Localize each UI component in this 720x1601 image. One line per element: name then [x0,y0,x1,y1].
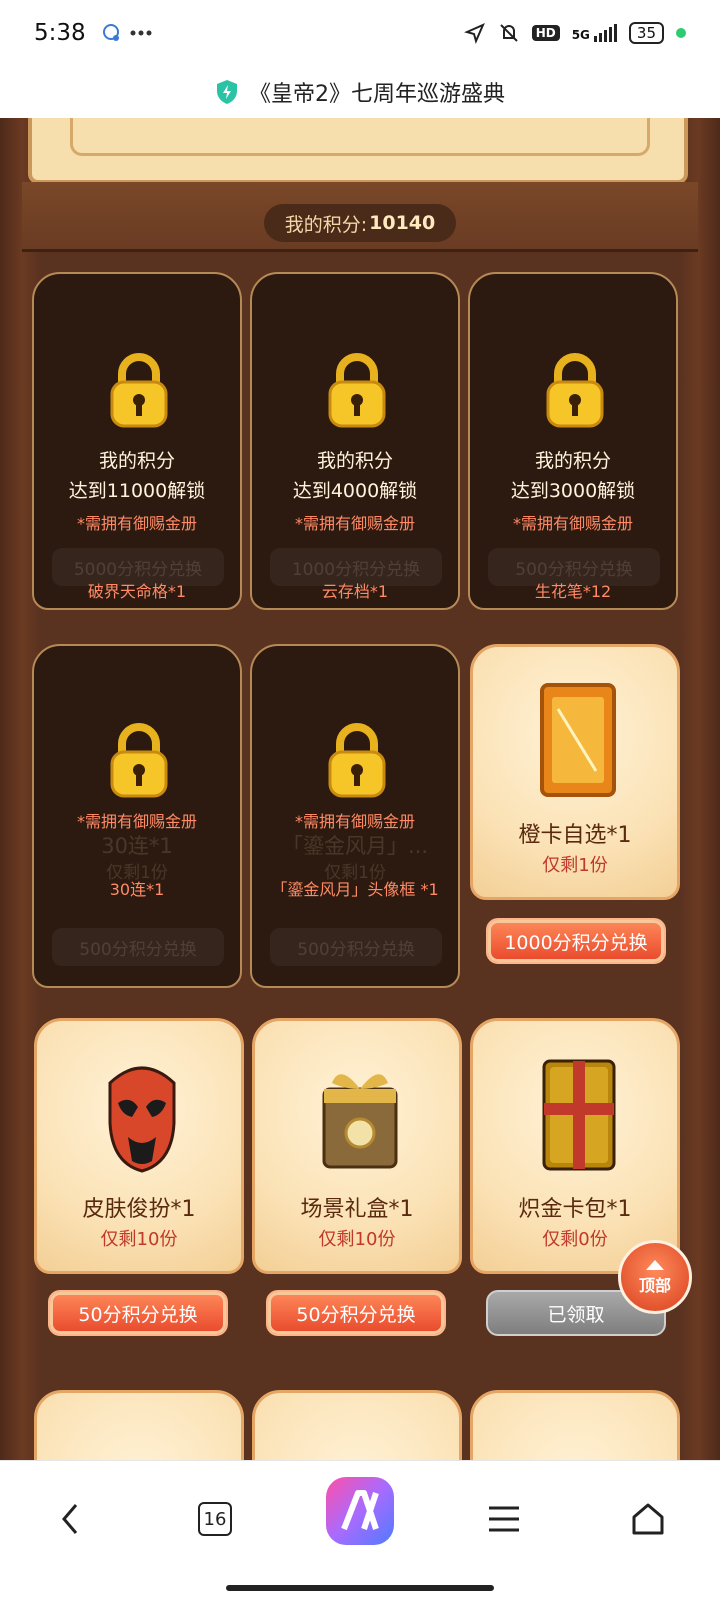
item-name: 破界天命格*1 [87,582,187,601]
item-name: 场景礼盒*1 [300,1197,414,1222]
requirement-text: *需拥有御赐金册 [294,812,415,831]
item-name: 炽金卡包*1 [518,1197,632,1222]
redeem-button[interactable]: 50分积分兑换 [48,1290,228,1336]
web-content[interactable]: 我的积分: 10140 我的积分 达到11000解锁 *需拥有御赐金册 5000分积… [0,118,720,1460]
orange-card-icon [540,683,616,797]
ghost-price: 500分积分兑换 [270,928,442,966]
reward-card[interactable]: 炽金卡包*1 仅剩0份 [470,1018,680,1274]
chat-bubble-icon [102,24,119,41]
reward-card-locked[interactable]: 我的积分 达到3000解锁 *需拥有御赐金册 500分积分兑换 生花笔*12 [468,272,678,610]
reward-card[interactable] [470,1390,680,1460]
item-name: 云存档*1 [321,582,389,601]
requirement-text: *需拥有御赐金册 [76,514,197,533]
reward-card-locked[interactable]: 我的积分 达到4000解锁 *需拥有御赐金册 1000分积分兑换 云存档*1 [250,272,460,610]
back-to-top-button[interactable]: 顶部 [618,1240,692,1314]
battery-indicator: 35 [628,22,664,44]
more-dots-icon [130,30,152,36]
reward-card[interactable] [252,1390,462,1460]
bottom-navigation: 16 [0,1460,720,1601]
requirement-text: *需拥有御赐金册 [512,514,633,533]
assistant-app-icon [326,1477,394,1545]
reward-card-locked[interactable]: 我的积分 达到11000解锁 *需拥有御赐金册 5000分积分兑换 破界天命格*1 [32,272,242,610]
shield-icon [217,80,237,104]
mute-icon [499,24,518,42]
back-to-top-label: 顶部 [638,1276,671,1295]
reward-card-locked[interactable]: *需拥有御赐金册 30连*1 仅剩1份 30连*1 500分积分兑换 [32,644,242,988]
score-value: 10140 [369,212,436,234]
item-stock: 仅剩10份 [318,1229,396,1250]
menu-icon [489,1506,519,1532]
signal-5g-icon: 5G [572,24,617,42]
redeem-button[interactable]: 1000分积分兑换 [486,918,666,964]
reward-card[interactable] [34,1390,244,1460]
hd-icon: HD [531,25,560,41]
home-button[interactable] [618,1489,678,1549]
padlock-icon [110,723,168,798]
tabs-icon: 16 [198,1502,232,1536]
gift-box-icon [322,1074,398,1169]
assistant-app-button[interactable] [320,1471,400,1551]
reward-card[interactable]: 皮肤俊扮*1 仅剩10份 [34,1018,244,1274]
padlock-icon [328,353,386,428]
reward-card-locked[interactable]: *需拥有御赐金册 「鎏金风月」... 仅剩1份 「鎏金风月」头像框 *1 500… [250,644,460,988]
ghost-price: 500分积分兑换 [52,928,224,966]
item-name: 生花笔*12 [534,582,612,601]
arrow-up-icon [646,1260,664,1270]
status-bar: 5:38 HD 5G 35 [0,0,720,66]
page-title-bar: 《皇帝2》七周年巡游盛典 [0,66,720,118]
padlock-icon [328,723,386,798]
redeem-button[interactable]: 50分积分兑换 [266,1290,446,1336]
item-name: 「鎏金风月」头像框 *1 [271,880,439,899]
padlock-icon [110,353,168,428]
ghost-item-name: 30连*1 [101,834,173,858]
score-display: 我的积分: 10140 [264,204,456,242]
ghost-item-name: 「鎏金风月」... [281,834,429,858]
reward-card[interactable]: 橙卡自选*1 仅剩1份 [470,644,680,900]
home-icon [632,1503,664,1535]
opera-mask-icon [108,1066,176,1173]
requirement-text: *需拥有御赐金册 [294,514,415,533]
back-button[interactable] [40,1489,100,1549]
tabs-button[interactable]: 16 [185,1489,245,1549]
network-label: 5G [571,28,590,42]
unlock-condition: 我的积分 达到4000解锁 [292,450,418,502]
item-name: 橙卡自选*1 [518,823,632,848]
privacy-dot [676,28,686,38]
location-icon [463,23,485,44]
unlock-condition: 我的积分 达到3000解锁 [510,450,636,502]
item-name: 皮肤俊扮*1 [82,1197,196,1222]
item-stock: 仅剩1份 [542,855,608,876]
tab-count: 16 [203,1508,227,1530]
status-time: 5:38 [34,20,86,46]
card-pack-icon [542,1059,616,1171]
reward-card[interactable]: 场景礼盒*1 仅剩10份 [252,1018,462,1274]
home-indicator [226,1585,494,1591]
status-left-icons [100,23,152,43]
item-stock: 仅剩10份 [100,1229,178,1250]
top-panel [28,118,688,184]
status-right: HD 5G 35 [463,22,686,44]
menu-button[interactable] [474,1489,534,1549]
back-icon [62,1504,78,1534]
score-label: 我的积分: [284,213,368,236]
padlock-icon [546,353,604,428]
page-title: 《皇帝2》七周年巡游盛典 [249,82,505,107]
requirement-text: *需拥有御赐金册 [76,812,197,831]
item-name: 30连*1 [109,880,165,899]
unlock-condition: 我的积分 达到11000解锁 [68,450,206,502]
